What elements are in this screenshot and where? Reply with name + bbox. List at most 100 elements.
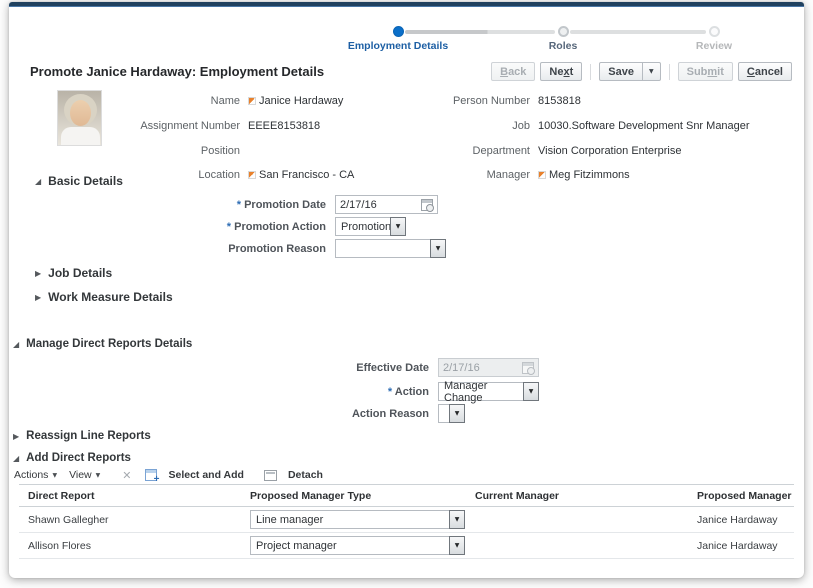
content-card: Employment Details Roles Review Promote … (9, 2, 804, 578)
stepper-connector (570, 30, 706, 34)
promotion-date-label: Promotion Date (9, 199, 326, 211)
step-label-employment-details[interactable]: Employment Details (328, 40, 468, 52)
proposed-manager-type-cell: Line manager ▼ (250, 510, 475, 529)
collapse-icon: ◢ (13, 453, 20, 463)
effective-date-input: 2/17/16 (438, 358, 539, 377)
promotion-action-label: Promotion Action (9, 221, 326, 233)
direct-reports-table: Direct Report Proposed Manager Type Curr… (19, 484, 794, 559)
job-label: Job (512, 120, 530, 132)
promotion-action-row: Promotion Action Promotion ▼ (9, 217, 804, 236)
view-menu[interactable]: View ▼ (69, 469, 100, 481)
page-title: Promote Janice Hardaway: Employment Deta… (30, 64, 325, 79)
cancel-button[interactable]: Cancel (737, 62, 792, 81)
promotion-reason-select[interactable]: ▼ (335, 239, 446, 258)
summary-row: Assignment Number EEEE8153818 Job 10030.… (9, 120, 804, 134)
proposed-manager-type-select[interactable]: Line manager ▼ (250, 510, 465, 529)
step-label-review[interactable]: Review (674, 40, 754, 52)
back-button: Back (491, 62, 536, 81)
department-label: Department (472, 145, 530, 157)
direct-report-cell: Shawn Gallegher (28, 513, 109, 526)
chevron-down-icon: ▼ (52, 471, 58, 479)
section-work-measure-details[interactable]: ▶ Work Measure Details (35, 290, 173, 304)
column-header-proposed-manager: Proposed Manager (697, 489, 792, 502)
changed-indicator-icon (248, 171, 256, 179)
promotion-action-select[interactable]: Promotion ▼ (335, 217, 406, 236)
detach-icon (263, 469, 277, 481)
section-manage-direct-reports-details[interactable]: ◢ Manage Direct Reports Details (13, 338, 192, 350)
chevron-down-icon: ▼ (95, 471, 101, 479)
button-group-divider (590, 63, 592, 80)
header-action-buttons: Back Ne x t Save ▼ Sub m it Cancel (491, 62, 792, 81)
job-value: 10030.Software Development Snr Manager (538, 120, 750, 132)
direct-report-cell: Allison Flores (28, 539, 92, 552)
save-menu-arrow-icon[interactable]: ▼ (642, 62, 661, 81)
position-label: Position (200, 145, 240, 157)
promotion-date-row: Promotion Date 2/17/16 (9, 195, 804, 214)
save-button[interactable]: Save (599, 62, 643, 81)
section-reassign-line-reports[interactable]: ▶ Reassign Line Reports (13, 430, 151, 442)
collapse-icon: ◢ (35, 176, 42, 186)
assignment-number-label: Assignment Number (140, 120, 240, 132)
proposed-manager-cell: Janice Hardaway (697, 513, 778, 526)
dropdown-arrow-icon: ▼ (430, 239, 446, 258)
column-header-direct-report: Direct Report (28, 489, 95, 502)
table-row[interactable]: Allison Flores Project manager ▼ Janice … (19, 533, 794, 559)
calendar-icon (522, 361, 535, 375)
column-header-current-manager: Current Manager (475, 489, 560, 502)
effective-date-label: Effective Date (356, 361, 429, 374)
collapse-icon: ◢ (13, 339, 20, 349)
manager-label: Manager (486, 169, 530, 181)
table-row[interactable]: Shawn Gallegher Line manager ▼ Janice Ha… (19, 507, 794, 533)
dropdown-arrow-icon: ▼ (523, 382, 539, 401)
section-job-details[interactable]: ▶ Job Details (35, 266, 112, 280)
calendar-icon[interactable] (421, 198, 434, 212)
promotion-reason-row: Promotion Reason ▼ (9, 239, 804, 258)
person-number-value: 8153818 (538, 95, 581, 107)
summary-row: Position Department Vision Corporation E… (9, 145, 804, 159)
manager-value: Meg Fitzimmons (538, 169, 630, 181)
department-value: Vision Corporation Enterprise (538, 145, 682, 157)
action-reason-select[interactable]: ▼ (438, 404, 465, 423)
section-basic-details[interactable]: ◢ Basic Details (35, 174, 123, 188)
direct-reports-toolbar: Actions ▼ View ▼ ✕ Select and Add Detach (14, 466, 323, 486)
column-header-proposed-manager-type: Proposed Manager Type (250, 489, 372, 502)
next-button[interactable]: Ne x t (540, 62, 583, 81)
top-accent-bar (9, 2, 804, 7)
summary-row: Location San Francisco - CA Manager Meg … (9, 169, 804, 183)
promotion-date-input[interactable]: 2/17/16 (335, 195, 438, 214)
person-number-label: Person Number (452, 95, 530, 107)
action-row: Action Manager Change ▼ (9, 380, 804, 404)
step-dot-review[interactable] (709, 26, 720, 37)
summary-row: Name Janice Hardaway Person Number 81538… (9, 95, 804, 109)
proposed-manager-type-select[interactable]: Project manager ▼ (250, 536, 465, 555)
table-header-row: Direct Report Proposed Manager Type Curr… (19, 484, 794, 507)
action-reason-label: Action Reason (351, 407, 429, 420)
submit-button: Sub m it (677, 62, 733, 81)
detach-button[interactable]: Detach (263, 469, 323, 481)
action-select[interactable]: Manager Change ▼ (438, 380, 539, 404)
stepper-connector (405, 30, 555, 34)
effective-date-row: Effective Date 2/17/16 (9, 358, 804, 377)
step-label-roles[interactable]: Roles (523, 40, 603, 52)
page: Employment Details Roles Review Promote … (0, 0, 813, 588)
changed-indicator-icon (538, 171, 546, 179)
section-add-direct-reports[interactable]: ◢ Add Direct Reports (13, 452, 131, 464)
save-split-button: Save ▼ (599, 62, 661, 81)
actions-menu[interactable]: Actions ▼ (14, 469, 57, 481)
expand-icon: ▶ (13, 431, 20, 441)
select-and-add-button[interactable]: Select and Add (145, 469, 244, 485)
dropdown-arrow-icon: ▼ (390, 217, 406, 236)
step-dot-roles[interactable] (558, 26, 569, 37)
dropdown-arrow-icon: ▼ (449, 510, 465, 529)
select-and-add-icon (145, 469, 159, 485)
delete-icon[interactable]: ✕ (122, 469, 131, 482)
proposed-manager-cell: Janice Hardaway (697, 539, 778, 552)
step-dot-employment-details[interactable] (393, 26, 404, 37)
dropdown-arrow-icon: ▼ (449, 404, 465, 423)
promotion-reason-label: Promotion Reason (228, 242, 326, 255)
name-label: Name (210, 95, 240, 107)
expand-icon: ▶ (35, 292, 42, 302)
action-reason-row: Action Reason ▼ (9, 404, 804, 423)
changed-indicator-icon (248, 97, 256, 105)
dropdown-arrow-icon: ▼ (449, 536, 465, 555)
